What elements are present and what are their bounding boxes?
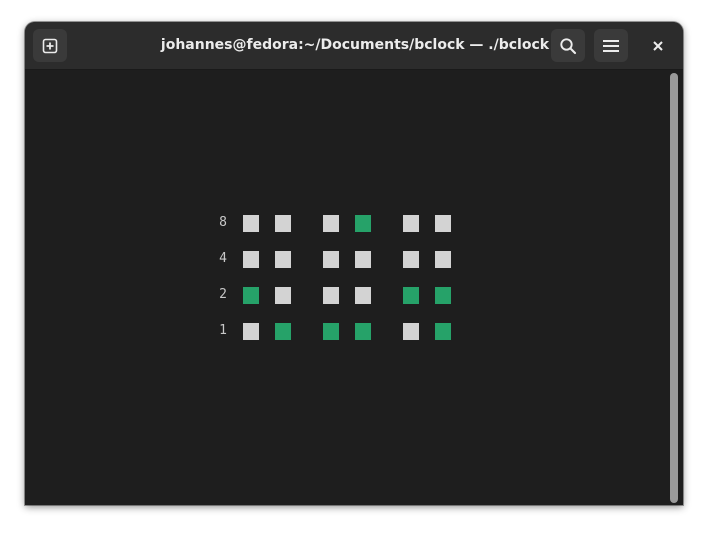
headerbar: johannes@fedora:~/Documents/bclock — ./b… [25,22,683,70]
scrollbar[interactable] [670,73,678,503]
clock-cell-on [435,287,451,304]
clock-cell-on [243,287,259,304]
close-icon [653,41,663,51]
terminal-content[interactable]: 8 4 2 1 [25,70,683,505]
clock-cell-on [275,323,291,340]
menu-button[interactable] [594,29,628,62]
row-label-2: 2 [219,287,227,302]
clock-cell-off [243,215,259,232]
clock-cell-on [403,287,419,304]
clock-cell-off [323,287,339,304]
window-title: johannes@fedora:~/Documents/bclock — ./b… [160,37,550,53]
clock-cell-off [323,251,339,268]
clock-cell-on [355,323,371,340]
clock-cell-on [435,323,451,340]
clock-cell-on [355,215,371,232]
clock-cell-off [243,251,259,268]
row-label-4: 4 [219,251,227,266]
clock-cell-off [403,215,419,232]
clock-cell-off [403,323,419,340]
clock-cell-off [275,287,291,304]
clock-cell-off [435,251,451,268]
terminal-window: johannes@fedora:~/Documents/bclock — ./b… [25,22,683,505]
clock-cell-off [275,251,291,268]
clock-cell-off [435,215,451,232]
new-tab-button[interactable] [33,29,67,62]
row-label-1: 1 [219,323,227,338]
clock-cell-on [323,323,339,340]
close-button[interactable] [647,35,669,57]
clock-cell-off [355,251,371,268]
search-icon [560,37,577,54]
row-label-8: 8 [219,215,227,230]
hamburger-menu-icon [603,39,619,52]
clock-cell-off [403,251,419,268]
clock-cell-off [243,323,259,340]
clock-cell-off [355,287,371,304]
plus-box-icon [42,38,58,53]
clock-cell-off [275,215,291,232]
search-button[interactable] [551,29,585,62]
clock-cell-off [323,215,339,232]
